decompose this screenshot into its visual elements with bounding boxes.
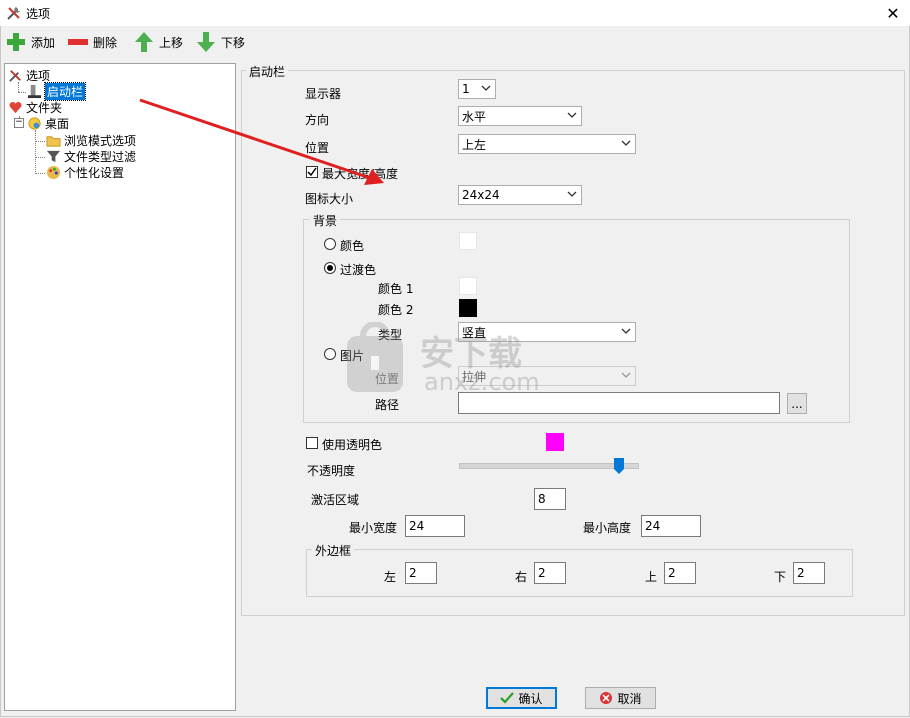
transparent-color-label: 使用透明色: [322, 438, 383, 452]
color1-swatch[interactable]: [459, 277, 477, 295]
activation-area-input[interactable]: 8: [534, 488, 566, 510]
activation-area-label: 激活区域: [311, 493, 360, 507]
tree-item-personalize[interactable]: 个性化设置: [46, 164, 124, 180]
cancel-icon: [600, 692, 613, 704]
chevron-down-icon: [621, 372, 631, 378]
position-value: 上左: [462, 137, 487, 152]
desktop-collapse-toggle[interactable]: −: [14, 118, 24, 128]
minus-icon: [68, 39, 88, 45]
chevron-down-icon: [567, 191, 577, 197]
close-button[interactable]: ✕: [876, 0, 910, 26]
move-up-label: 上移: [159, 35, 184, 50]
tools-icon: [7, 7, 20, 20]
tree-item-browse-mode[interactable]: 浏览模式选项: [46, 132, 136, 148]
palette-icon: [46, 165, 61, 179]
tree-label-desktop: 桌面: [45, 116, 70, 131]
launcher-group-title: 启动栏: [246, 63, 289, 80]
bg-color-radio[interactable]: [324, 238, 336, 250]
border-top-label: 上: [645, 570, 658, 584]
tools-icon: [9, 69, 21, 82]
position-select[interactable]: 上左: [458, 134, 636, 154]
chevron-down-icon: [621, 140, 631, 146]
window-title: 选项: [26, 7, 51, 21]
opacity-label: 不透明度: [307, 464, 356, 478]
chevron-down-icon: [481, 85, 491, 91]
plus-icon: [7, 33, 25, 51]
border-left-label: 左: [384, 570, 397, 584]
tree-label-filetype-filter: 文件类型过滤: [64, 149, 137, 164]
min-height-input[interactable]: 24: [641, 515, 701, 537]
border-group-title: 外边框: [312, 542, 355, 559]
tree-item-desktop[interactable]: 桌面: [27, 115, 69, 131]
transparent-color-checkbox[interactable]: [306, 437, 318, 449]
watermark-text-en: anxz.com: [424, 368, 540, 396]
close-icon: ✕: [886, 3, 900, 23]
ok-label: 确认: [518, 691, 543, 706]
background-group-title: 背景: [310, 212, 341, 229]
bg-image-radio[interactable]: [324, 348, 336, 360]
border-right-label: 右: [515, 570, 528, 584]
transparent-color-swatch[interactable]: [546, 433, 564, 451]
folder-icon: [46, 135, 61, 147]
launcher-icon: [27, 84, 42, 98]
add-label: 添加: [31, 35, 56, 50]
opacity-slider-thumb[interactable]: [614, 458, 625, 474]
delete-label: 删除: [93, 35, 118, 50]
check-icon: [500, 692, 515, 704]
ok-button[interactable]: 确认: [486, 687, 557, 709]
border-bottom-input[interactable]: 2: [793, 562, 825, 584]
move-up-button[interactable]: 上移: [133, 30, 183, 54]
color2-label: 颜色 2: [378, 303, 414, 317]
browse-button[interactable]: ...: [787, 393, 807, 414]
display-value: 1: [462, 82, 470, 96]
tree-item-launcher[interactable]: 启动栏: [27, 81, 87, 101]
min-width-label: 最小宽度: [349, 521, 398, 535]
cancel-label: 取消: [617, 691, 642, 706]
arrow-up-icon: [135, 32, 153, 52]
tree-label-personalize: 个性化设置: [64, 165, 125, 180]
tree-item-folder[interactable]: 文件夹: [8, 99, 62, 115]
move-down-label: 下移: [221, 35, 246, 50]
tree-item-options[interactable]: 选项: [8, 67, 50, 83]
tree-label-launcher: 启动栏: [43, 81, 87, 101]
opacity-slider-track[interactable]: [459, 463, 639, 469]
add-button[interactable]: 添加: [5, 30, 55, 54]
bg-color-swatch[interactable]: [459, 232, 477, 250]
path-label: 路径: [375, 398, 400, 412]
annotation-arrow: [139, 98, 384, 185]
heart-folder-icon: [9, 101, 22, 113]
icon-size-select[interactable]: 24x24: [458, 185, 582, 205]
delete-button[interactable]: 删除: [67, 30, 117, 54]
border-right-input[interactable]: 2: [534, 562, 566, 584]
min-height-label: 最小高度: [583, 521, 632, 535]
icon-size-label: 图标大小: [305, 192, 354, 206]
border-top-input[interactable]: 2: [664, 562, 696, 584]
border-left-input[interactable]: 2: [405, 562, 437, 584]
tree-item-filetype-filter[interactable]: 文件类型过滤: [46, 148, 136, 164]
browse-label: ...: [791, 396, 803, 411]
tree-label-folder: 文件夹: [26, 100, 63, 115]
cancel-button[interactable]: 取消: [585, 687, 656, 709]
chevron-down-icon: [621, 328, 631, 334]
bg-color-label: 颜色: [340, 239, 365, 253]
color1-label: 颜色 1: [378, 282, 414, 296]
icon-size-value: 24x24: [462, 188, 500, 202]
watermark-logo: [347, 322, 403, 392]
chevron-down-icon: [567, 112, 577, 118]
move-down-button[interactable]: 下移: [195, 30, 245, 54]
bg-gradient-label: 过渡色: [340, 263, 377, 277]
direction-value: 水平: [462, 109, 487, 124]
bg-gradient-radio[interactable]: [324, 262, 336, 274]
tree-label-browse-mode: 浏览模式选项: [64, 133, 137, 148]
min-width-input[interactable]: 24: [405, 515, 465, 537]
border-bottom-label: 下: [774, 570, 787, 584]
tree-label-options: 选项: [26, 68, 51, 83]
display-select[interactable]: 1: [458, 79, 496, 99]
arrow-down-icon: [197, 32, 215, 52]
direction-select[interactable]: 水平: [458, 106, 582, 126]
funnel-icon: [46, 150, 61, 162]
desktop-globe-icon: [28, 116, 41, 130]
color2-swatch[interactable]: [459, 299, 477, 317]
title-bar: [0, 0, 910, 26]
